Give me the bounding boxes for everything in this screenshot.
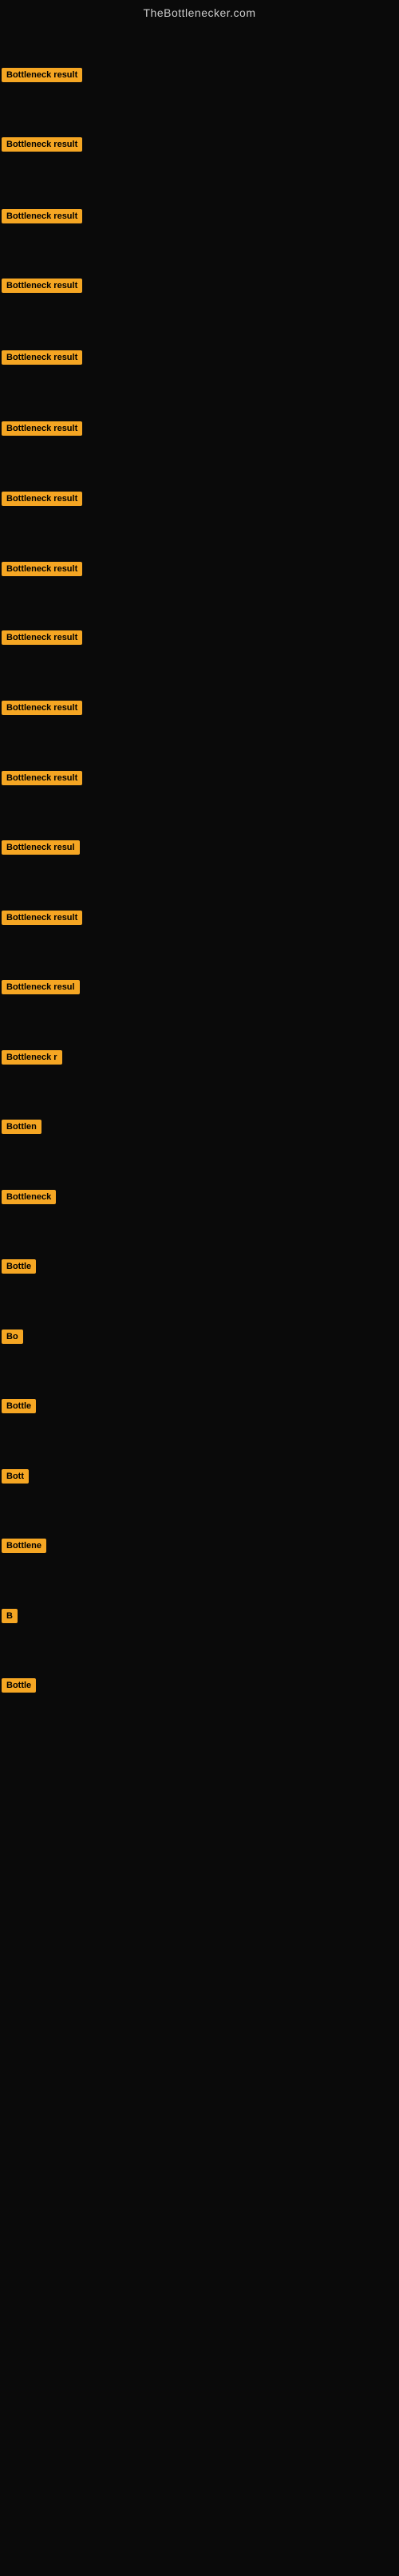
- bottleneck-badge-21[interactable]: Bott: [2, 1469, 29, 1484]
- bottleneck-badge-23[interactable]: B: [2, 1609, 18, 1623]
- bottleneck-badge-10[interactable]: Bottleneck result: [2, 701, 82, 715]
- bottleneck-badge-15[interactable]: Bottleneck r: [2, 1050, 62, 1065]
- site-title: TheBottlenecker.com: [0, 0, 399, 22]
- site-title-container: TheBottlenecker.com: [0, 0, 399, 22]
- bottleneck-badge-22[interactable]: Bottlene: [2, 1539, 46, 1553]
- bottleneck-badge-5[interactable]: Bottleneck result: [2, 350, 82, 365]
- bottleneck-badge-13[interactable]: Bottleneck result: [2, 911, 82, 925]
- bottleneck-badge-19[interactable]: Bo: [2, 1329, 23, 1344]
- bottleneck-badge-24[interactable]: Bottle: [2, 1678, 36, 1693]
- bottleneck-badge-4[interactable]: Bottleneck result: [2, 279, 82, 293]
- bottleneck-badge-2[interactable]: Bottleneck result: [2, 137, 82, 152]
- bottleneck-badge-6[interactable]: Bottleneck result: [2, 421, 82, 436]
- bottleneck-badge-17[interactable]: Bottleneck: [2, 1190, 56, 1204]
- bottleneck-badge-18[interactable]: Bottle: [2, 1259, 36, 1274]
- bottleneck-badge-16[interactable]: Bottlen: [2, 1120, 41, 1134]
- bottleneck-badge-7[interactable]: Bottleneck result: [2, 492, 82, 506]
- bottleneck-badge-3[interactable]: Bottleneck result: [2, 209, 82, 223]
- bottleneck-badge-11[interactable]: Bottleneck result: [2, 771, 82, 785]
- bottleneck-badge-8[interactable]: Bottleneck result: [2, 562, 82, 576]
- bottleneck-badge-12[interactable]: Bottleneck resul: [2, 840, 80, 855]
- badges-container: Bottleneck result Bottleneck result Bottle…: [0, 22, 399, 2576]
- bottleneck-badge-14[interactable]: Bottleneck resul: [2, 980, 80, 994]
- bottleneck-badge-20[interactable]: Bottle: [2, 1399, 36, 1413]
- bottleneck-badge-9[interactable]: Bottleneck result: [2, 630, 82, 645]
- bottleneck-badge-1[interactable]: Bottleneck result: [2, 68, 82, 82]
